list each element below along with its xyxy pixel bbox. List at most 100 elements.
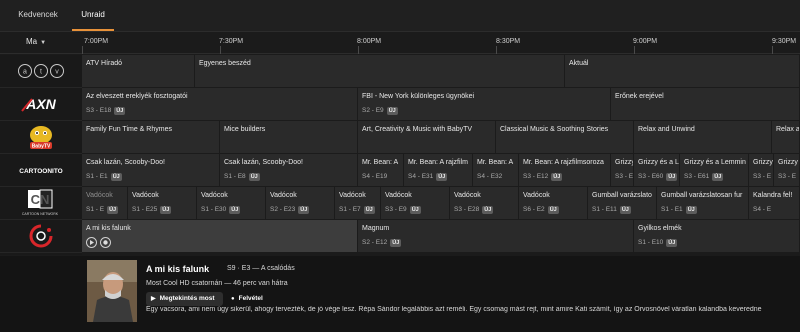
program-cell[interactable]: Csak lazán, Scooby-Doo! S1 - E8 ÚJ xyxy=(220,154,358,187)
program-cell[interactable]: Family Fun Time & Rhymes xyxy=(82,121,220,154)
program-cell[interactable]: Relax a xyxy=(772,121,800,154)
program-cell[interactable]: Csak lazán, Scooby-Doo! S1 - E1 ÚJ xyxy=(82,154,220,187)
time-label: 9:00PM xyxy=(633,38,658,45)
program-title: Vadócok xyxy=(523,192,550,199)
episode-label: S2 - E23 xyxy=(270,206,296,213)
program-cell[interactable]: Gyilkos elmék S1 - E10 ÚJ xyxy=(634,220,800,253)
channel-logo-cartoonito[interactable]: CARTOONITO xyxy=(0,154,82,187)
program-title: Kalandra fel! xyxy=(753,192,793,199)
program-cell[interactable]: Az elveszett ereklyék fosztogatói S3 - E1… xyxy=(82,88,358,121)
program-cell[interactable]: Grizzy S3 - E xyxy=(774,154,800,187)
program-cell[interactable]: Mr. Bean: A S4 - E19 xyxy=(358,154,404,187)
channel-logo-babytv[interactable]: BabyTV xyxy=(0,121,82,154)
time-tick xyxy=(496,46,497,54)
program-title: Vadócok xyxy=(86,192,113,199)
program-cell[interactable]: Vadócok S2 - E23 ÚJ xyxy=(266,187,335,220)
time-tick xyxy=(772,46,773,54)
channel-row-babytv: Family Fun Time & Rhymes Mice builders A… xyxy=(82,121,800,154)
tab-kedvencek[interactable]: Kedvencek xyxy=(6,0,70,31)
program-cell[interactable]: Mr. Bean: A rajzfilmsoroza S3 - E12 ÚJ xyxy=(519,154,611,187)
new-badge: ÚJ xyxy=(363,206,375,214)
program-cell[interactable]: Art, Creativity & Music with BabyTV xyxy=(358,121,496,154)
program-cell[interactable]: Grizzy S3 - E xyxy=(749,154,774,187)
program-cell-selected[interactable]: A mi kis falunk xyxy=(82,220,358,253)
program-cell[interactable]: Vadócok S1 - E7 ÚJ xyxy=(335,187,381,220)
episode-label: S2 - E12 xyxy=(362,239,388,246)
new-badge: ÚJ xyxy=(248,173,260,181)
babytv-logo-icon: BabyTV xyxy=(30,126,52,150)
record-label: Felvétel xyxy=(238,295,263,302)
program-cell[interactable]: Grizzy S3 - E xyxy=(611,154,634,187)
program-meta: S2 - E9 ÚJ xyxy=(362,107,610,115)
program-cell[interactable]: Relax and Unwind xyxy=(634,121,772,154)
program-cell[interactable]: Gumball varázslatosan fur S1 - E1 ÚJ xyxy=(657,187,749,220)
program-cell[interactable]: ATV Híradó xyxy=(82,55,195,88)
program-title: Grizzy és a L xyxy=(638,159,679,166)
program-cell[interactable]: Vadócok S3 - E28 ÚJ xyxy=(450,187,519,220)
record-icon[interactable] xyxy=(100,237,111,248)
program-cell[interactable]: Mr. Bean: A S4 - E32 xyxy=(473,154,519,187)
program-cell[interactable]: Vadócok S3 - E9 ÚJ xyxy=(381,187,450,220)
new-badge: ÚJ xyxy=(712,173,724,181)
program-cell[interactable]: Erőnek erejével xyxy=(611,88,800,121)
channel-row-axn: Az elveszett ereklyék fosztogatói S3 - E1… xyxy=(82,88,800,121)
babytv-logo-text: BabyTV xyxy=(32,144,51,150)
program-cell[interactable]: Vadócok S1 - E ÚJ xyxy=(82,187,128,220)
detail-title: A mi kis falunk xyxy=(146,264,210,274)
program-cell[interactable]: Grizzy és a Lemmin S3 - E61 ÚJ xyxy=(680,154,749,187)
cool-logo-icon xyxy=(29,224,53,248)
watch-now-label: Megtekintés most xyxy=(159,295,215,302)
channel-row-cartoonito: Csak lazán, Scooby-Doo! S1 - E1 ÚJ Csak la… xyxy=(82,154,800,187)
play-icon[interactable] xyxy=(86,237,97,248)
channel-logo-cool[interactable] xyxy=(0,220,82,253)
new-badge: ÚJ xyxy=(107,206,119,214)
program-cell[interactable]: Kalandra fel! S4 - E xyxy=(749,187,800,220)
program-meta: S1 - E1 ÚJ xyxy=(661,206,748,214)
new-badge: ÚJ xyxy=(229,206,241,214)
svg-text:v: v xyxy=(55,69,59,76)
detail-episode: S9 · E3 — A csalódás xyxy=(227,265,295,272)
program-cell[interactable]: Gumball varázslato S1 - E11 ÚJ xyxy=(588,187,657,220)
program-cell[interactable]: Mice builders xyxy=(220,121,358,154)
program-cell[interactable]: Aktuál xyxy=(565,55,800,88)
program-cell[interactable]: Vadócok S6 - E2 ÚJ xyxy=(519,187,588,220)
channel-logo-axn[interactable]: AXN xyxy=(0,88,82,121)
program-title: Relax a xyxy=(776,126,800,133)
program-title: FBI - New York különleges ügynökei xyxy=(362,93,475,100)
episode-label: S1 - E xyxy=(86,206,105,213)
record-button[interactable]: ● Felvétel xyxy=(228,292,280,306)
new-badge: ÚJ xyxy=(685,206,697,214)
new-badge: ÚJ xyxy=(619,206,631,214)
program-thumbnail xyxy=(87,260,137,322)
atv-logo-icon: a t v xyxy=(18,64,64,78)
day-selector[interactable]: Ma ▼ xyxy=(26,37,46,46)
program-title: Classical Music & Soothing Stories xyxy=(500,126,609,133)
new-badge: ÚJ xyxy=(666,239,678,247)
program-title: Egyenes beszéd xyxy=(199,60,251,67)
play-icon: ▶ xyxy=(151,296,156,302)
program-meta: S1 - E ÚJ xyxy=(86,206,127,214)
program-title: Mice builders xyxy=(224,126,266,133)
watch-now-button[interactable]: ▶ Megtekintés most xyxy=(146,292,223,306)
program-meta: S6 - E2 ÚJ xyxy=(523,206,587,214)
program-cell[interactable]: Vadócok S1 - E30 ÚJ xyxy=(197,187,266,220)
program-cell[interactable]: Grizzy és a L S3 - E60 ÚJ xyxy=(634,154,680,187)
program-cell[interactable]: Egyenes beszéd xyxy=(195,55,565,88)
program-cell[interactable]: Vadócok S1 - E25 ÚJ xyxy=(128,187,197,220)
channel-logo-cartoon-network[interactable]: CN CARTOON NETWORK xyxy=(0,187,82,220)
episode-label: S4 - E19 xyxy=(362,173,388,180)
program-cell[interactable]: FBI - New York különleges ügynökei S2 - E… xyxy=(358,88,611,121)
time-label: 9:30PM xyxy=(772,38,797,45)
tab-unraid[interactable]: Unraid xyxy=(72,0,114,31)
program-meta: S1 - E11 ÚJ xyxy=(592,206,656,214)
channel-row-cool: A mi kis falunk Magnum S2 - E12 ÚJ Gyilkos… xyxy=(82,220,800,253)
program-meta: S4 - E xyxy=(753,206,799,214)
axn-logo-icon: AXN xyxy=(21,96,57,112)
program-cell[interactable]: Magnum S2 - E12 ÚJ xyxy=(358,220,634,253)
program-cell[interactable]: Classical Music & Soothing Stories xyxy=(496,121,634,154)
program-title: Vadócok xyxy=(385,192,412,199)
program-cell[interactable]: Mr. Bean: A rajzfilm S4 - E31 ÚJ xyxy=(404,154,473,187)
channel-logo-atv[interactable]: a t v xyxy=(0,55,82,88)
episode-label: S3 - E18 xyxy=(86,107,112,114)
program-title: A mi kis falunk xyxy=(86,225,131,232)
